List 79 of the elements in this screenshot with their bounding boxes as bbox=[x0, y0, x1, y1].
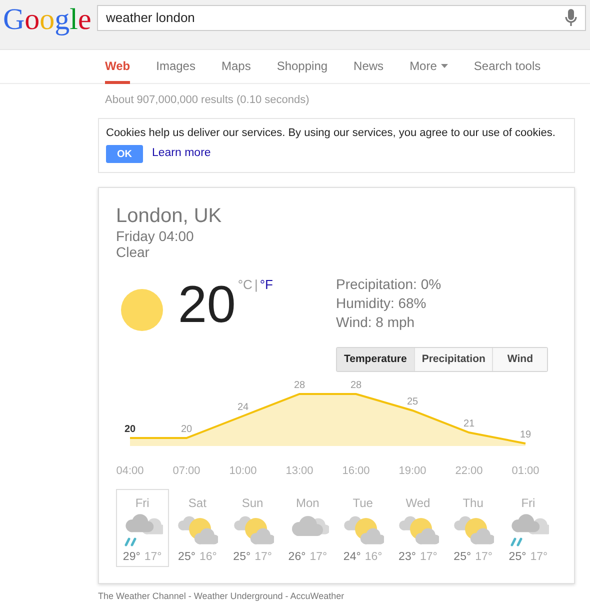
microphone-icon[interactable] bbox=[565, 9, 577, 27]
chart-tab[interactable]: Temperature bbox=[337, 348, 414, 371]
ok-button[interactable]: OK bbox=[106, 145, 143, 163]
search-tab[interactable]: Maps bbox=[221, 50, 251, 84]
day-name: Mon bbox=[296, 496, 320, 510]
unit-link[interactable]: °C bbox=[238, 275, 252, 294]
data-label: 20 bbox=[180, 424, 192, 435]
axis-label: 04:00 bbox=[116, 465, 144, 477]
attribution: The Weather Channel - Weather Underground - AccuWeather bbox=[98, 590, 346, 603]
data-label: 25 bbox=[406, 396, 418, 408]
temperature: 20 bbox=[178, 279, 236, 331]
axis-label: 07:00 bbox=[172, 465, 200, 477]
date-time: Friday 04:00 bbox=[116, 228, 195, 244]
forecast-day[interactable]: Sat 25° 16° bbox=[171, 489, 224, 567]
weather-detail: Precipitation: 0% bbox=[336, 275, 442, 294]
high-temperature: 23° bbox=[398, 550, 416, 565]
forecast-day[interactable]: Wed 23° 17° bbox=[392, 489, 444, 567]
data-label: 21 bbox=[463, 418, 475, 430]
high-temperature: 26° bbox=[288, 550, 306, 565]
weather-detail: Wind: 8 mph bbox=[336, 313, 416, 332]
search-tab[interactable]: Shopping bbox=[276, 50, 328, 84]
location: London, UK bbox=[116, 204, 223, 228]
caret-icon bbox=[440, 64, 448, 68]
forecast-day[interactable]: Tue 24° 16° bbox=[336, 489, 390, 567]
high-temperature: 25° bbox=[233, 550, 251, 565]
low-temperature: 17° bbox=[310, 550, 328, 565]
high-temperature: 24° bbox=[343, 550, 361, 565]
low-temperature: 17° bbox=[144, 550, 162, 565]
day-name: Sat bbox=[188, 496, 206, 510]
axis-label: 13:00 bbox=[286, 465, 314, 477]
forecast-day[interactable]: Thu 25° 17° bbox=[446, 489, 500, 567]
high-temperature: 25° bbox=[454, 550, 472, 565]
search-tab[interactable]: More bbox=[410, 50, 448, 84]
low-temperature: 17° bbox=[475, 550, 492, 565]
chart-tab[interactable]: Precipitation bbox=[414, 348, 492, 371]
unit-link[interactable]: °F bbox=[260, 275, 273, 294]
low-temperature: 17° bbox=[530, 550, 548, 565]
day-name: Thu bbox=[462, 496, 484, 510]
day-name: Tue bbox=[352, 496, 373, 510]
unit-separator: | bbox=[254, 276, 258, 294]
high-temperature: 29° bbox=[122, 550, 140, 565]
search-tab[interactable]: News bbox=[354, 50, 384, 84]
search-tab[interactable]: Web bbox=[105, 50, 130, 84]
low-temperature: 17° bbox=[420, 550, 438, 565]
sun-icon bbox=[121, 289, 163, 331]
search-tab[interactable]: Images bbox=[156, 50, 196, 84]
axis-label: 10:00 bbox=[229, 465, 257, 477]
search-input[interactable]: weather london bbox=[106, 9, 565, 27]
data-label: 20 bbox=[124, 424, 136, 435]
forecast-day[interactable]: Mon 26° 17° bbox=[281, 489, 334, 567]
forecast-day[interactable]: Fri 29° 17° bbox=[116, 489, 169, 567]
logo[interactable]: Google bbox=[0, 5, 97, 35]
learn-more-link[interactable]: Learn more bbox=[152, 145, 211, 163]
search-field[interactable]: weather london bbox=[97, 5, 586, 31]
day-name: Fri bbox=[521, 496, 536, 510]
search-tab[interactable]: Search tools bbox=[474, 50, 541, 84]
low-temperature: 16° bbox=[199, 550, 217, 565]
high-temperature: 25° bbox=[508, 550, 526, 565]
data-label: 28 bbox=[294, 380, 306, 391]
day-name: Fri bbox=[135, 496, 150, 510]
day-name: Wed bbox=[406, 496, 430, 510]
result-stats: About 907,000,000 results (0.10 seconds) bbox=[105, 93, 310, 108]
day-name: Sun bbox=[242, 496, 264, 510]
cookie-text: Cookies help us deliver our services. By using our services, you agree to our use of cookies. bbox=[106, 126, 556, 140]
forecast-day[interactable]: Fri 25° 17° bbox=[502, 489, 554, 567]
axis-label: 01:00 bbox=[512, 465, 540, 477]
axis-label: 22:00 bbox=[455, 465, 483, 477]
axis-label: 19:00 bbox=[398, 465, 426, 477]
data-label: 19 bbox=[520, 430, 532, 440]
high-temperature: 25° bbox=[178, 550, 196, 565]
data-label: 28 bbox=[350, 380, 362, 391]
weather-detail: Humidity: 68% bbox=[336, 294, 428, 313]
data-label: 24 bbox=[237, 402, 249, 413]
condition: Clear bbox=[116, 244, 150, 261]
axis-label: 16:00 bbox=[342, 465, 370, 477]
forecast-day[interactable]: Sun 25° 17° bbox=[226, 489, 279, 567]
low-temperature: 16° bbox=[364, 550, 382, 565]
chart-tab[interactable]: Wind bbox=[492, 348, 547, 371]
low-temperature: 17° bbox=[254, 550, 272, 565]
